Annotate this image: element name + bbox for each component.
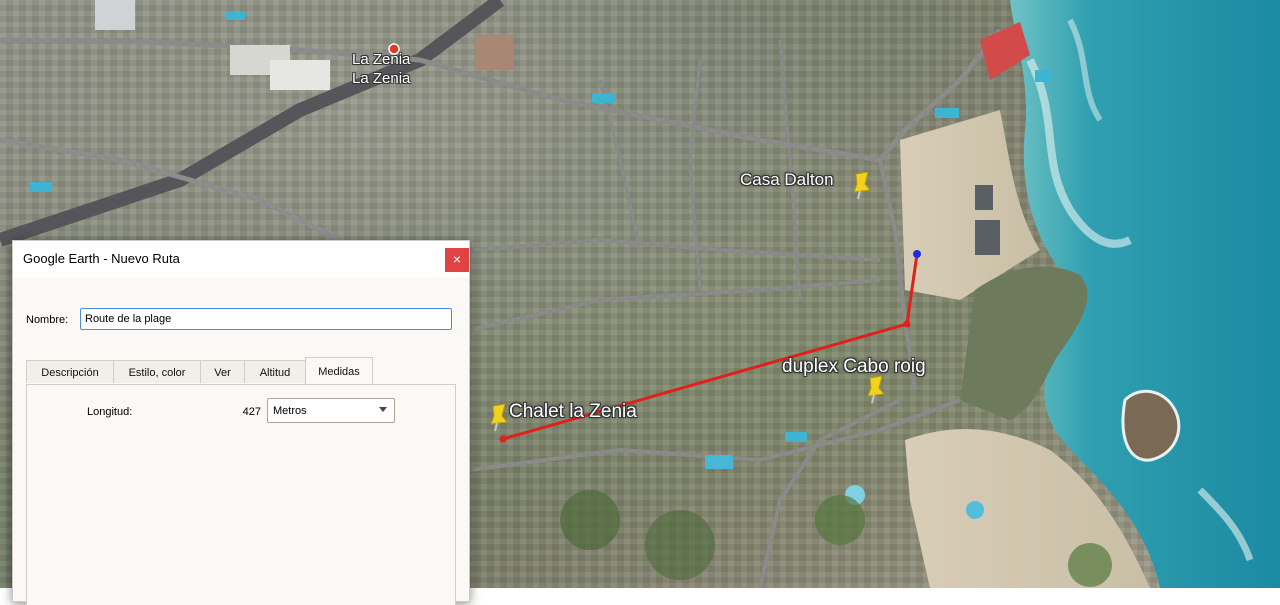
length-label: Longitud: [87, 406, 133, 418]
la-zenia-label-line1: La Zenia [352, 51, 411, 68]
dialog-title: Google Earth - Nuevo Ruta [23, 251, 180, 266]
la-zenia-label[interactable]: La Zenia La Zenia [352, 50, 410, 88]
name-label: Nombre: [26, 314, 69, 326]
unit-select-value: Metros [273, 405, 307, 417]
chalet-la-zenia-label[interactable]: Chalet la Zenia [509, 401, 637, 423]
la-zenia-label-line2: La Zenia [352, 70, 411, 87]
tab-altitud[interactable]: Altitud [244, 360, 306, 383]
new-route-dialog: Google Earth - Nuevo Ruta × Nombre: Desc… [12, 240, 470, 605]
chevron-down-icon [379, 407, 387, 412]
tab-estilo-color[interactable]: Estilo, color [113, 360, 201, 383]
duplex-cabo-roig-label[interactable]: duplex Cabo roig [782, 356, 926, 378]
route-end-point [913, 250, 921, 258]
unit-select[interactable]: Metros [267, 398, 395, 423]
route-point [903, 320, 911, 328]
tab-descripcion[interactable]: Descripción [26, 360, 114, 383]
name-input[interactable] [80, 308, 452, 330]
casa-dalton-label[interactable]: Casa Dalton [740, 170, 834, 190]
route-point [499, 435, 507, 443]
tab-ver[interactable]: Ver [200, 360, 245, 383]
close-button[interactable]: × [445, 248, 469, 272]
close-icon: × [452, 251, 462, 267]
medidas-panel: Longitud: 427 Metros [26, 384, 456, 605]
pushpin-icon[interactable] [848, 170, 876, 200]
pushpin-icon[interactable] [862, 374, 890, 404]
tab-medidas[interactable]: Medidas [305, 357, 373, 385]
dialog-titlebar[interactable]: Google Earth - Nuevo Ruta × [13, 241, 469, 277]
length-value: 427 [242, 406, 261, 418]
